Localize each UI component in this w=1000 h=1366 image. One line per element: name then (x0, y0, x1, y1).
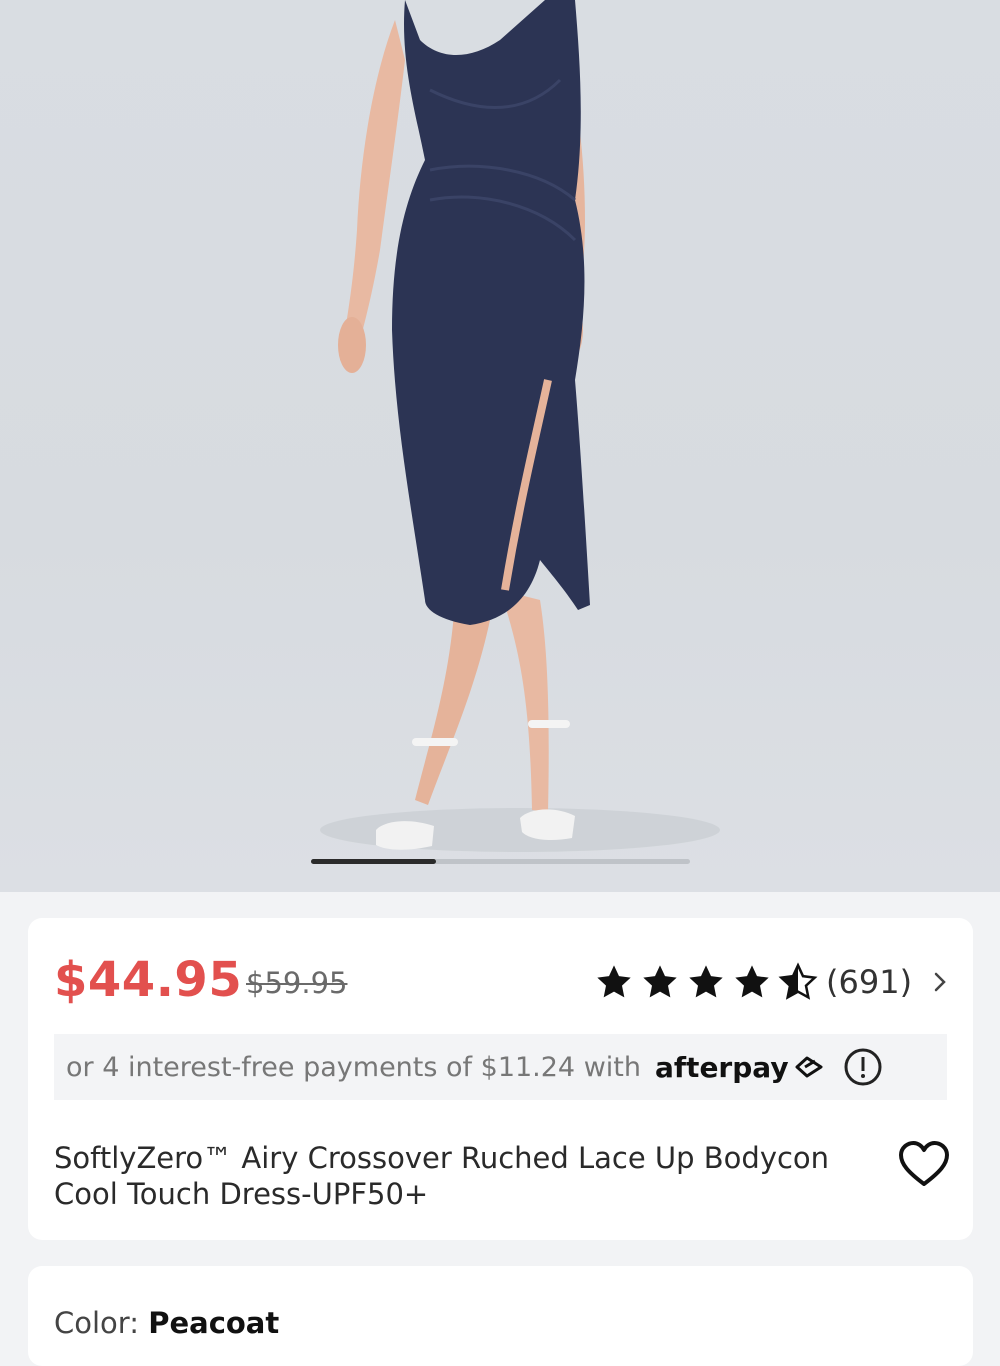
gallery-progress (311, 859, 690, 864)
color-row: Color: Peacoat (54, 1306, 279, 1340)
star-icon (643, 965, 677, 998)
heart-icon[interactable] (898, 1140, 950, 1188)
chevron-right-icon (934, 972, 946, 992)
star-icon (689, 965, 723, 998)
rating-summary[interactable]: (691) (594, 962, 952, 1002)
afterpay-text: or 4 interest-free payments of $11.24 wi… (66, 1051, 641, 1083)
sale-price: $44.95 (54, 952, 243, 1008)
color-value: Peacoat (148, 1306, 280, 1340)
info-icon[interactable] (843, 1047, 883, 1087)
afterpay-logo: afterpay (655, 1051, 827, 1084)
product-photo (320, 0, 720, 852)
star-icon (597, 965, 631, 998)
product-info-card: $44.95 $59.95 (691) or 4 interest-free p… (28, 918, 973, 1240)
afterpay-banner[interactable]: or 4 interest-free payments of $11.24 wi… (54, 1034, 947, 1100)
gallery-progress-fill (311, 859, 437, 864)
afterpay-logo-icon (795, 1056, 823, 1078)
product-image-gallery[interactable] (0, 0, 1000, 892)
afterpay-brand-text: afterpay (654, 1050, 789, 1084)
review-count: (691) (826, 963, 913, 1001)
original-price: $59.95 (246, 966, 348, 1000)
star-icon (735, 965, 769, 998)
color-selector-card: Color: Peacoat (28, 1266, 973, 1366)
color-label: Color: (54, 1306, 149, 1340)
half-star-icon (778, 962, 818, 1000)
product-title: SoftlyZero™ Airy Crossover Ruched Lace U… (54, 1141, 830, 1211)
